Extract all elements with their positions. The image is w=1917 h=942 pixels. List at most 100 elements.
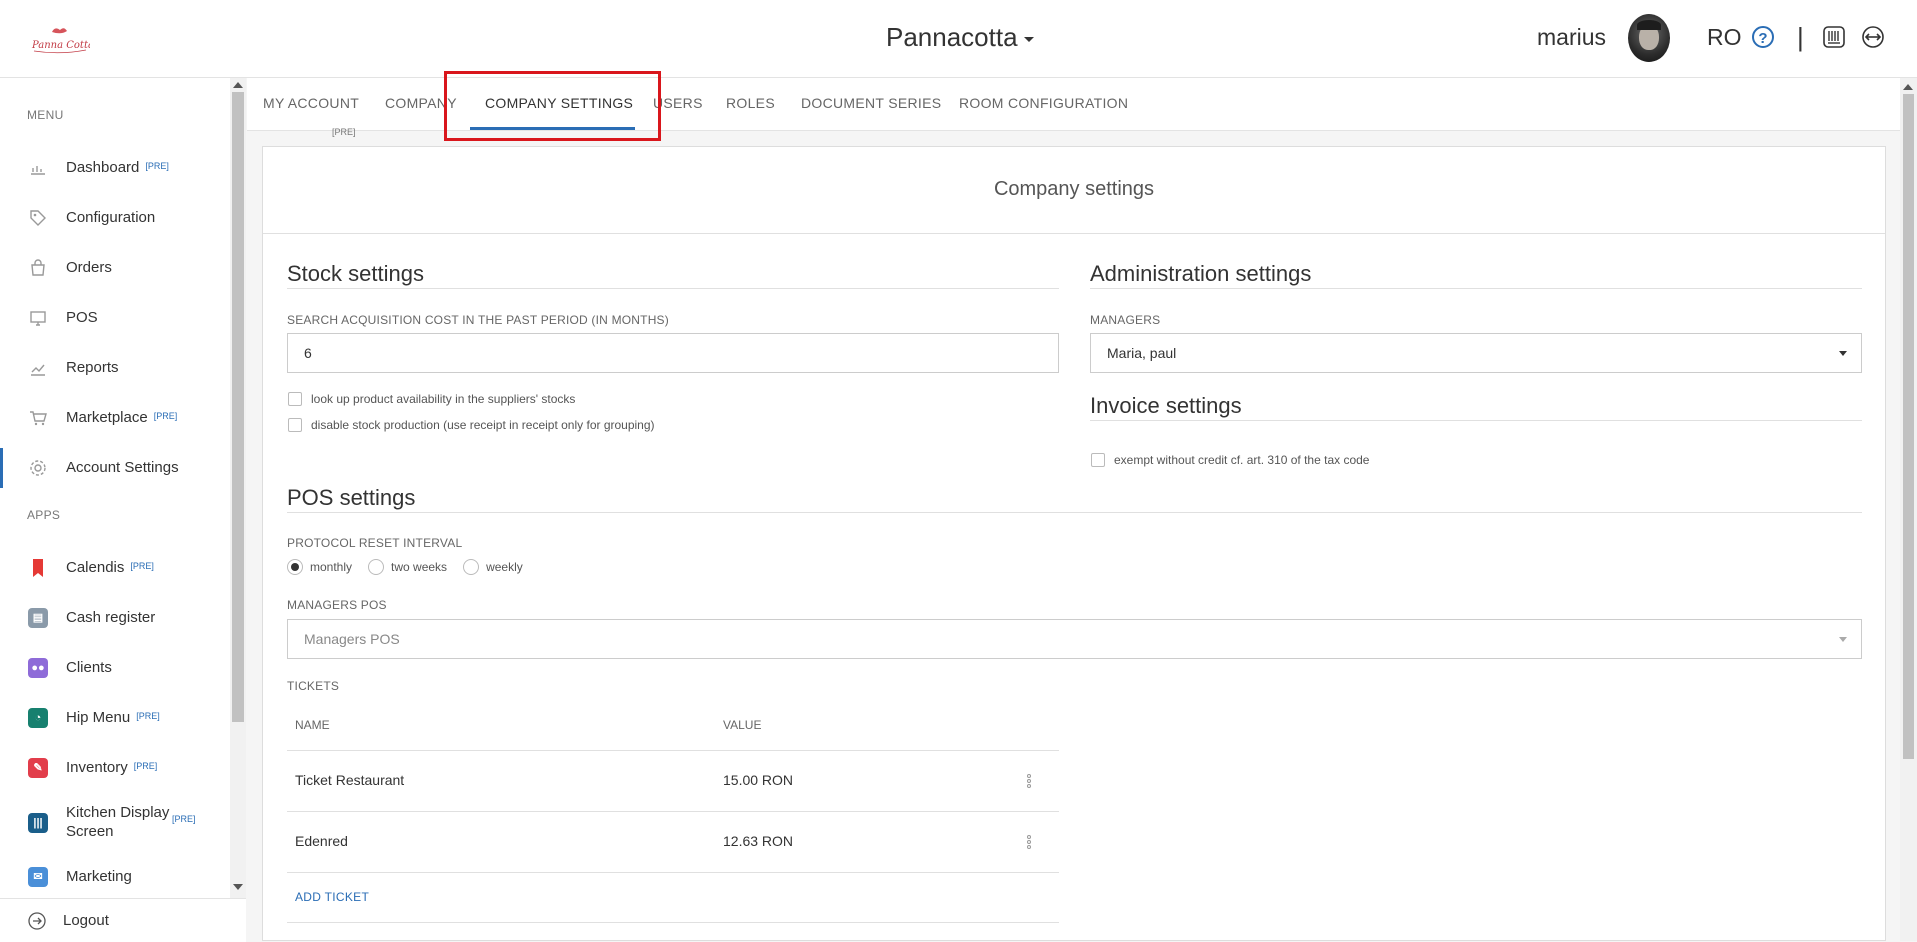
sidebar-item-marketing[interactable]: ✉ Marketing: [0, 857, 230, 897]
bookmark-icon: [33, 559, 43, 577]
logout-button[interactable]: Logout: [0, 898, 246, 942]
column-header-value: VALUE: [723, 718, 762, 732]
exempt-without-credit-checkbox[interactable]: exempt without credit cf. art. 310 of th…: [1091, 453, 1369, 467]
pre-badge: [PRE]: [133, 761, 158, 771]
protocol-reset-radio-group: monthly two weeks weekly: [287, 559, 539, 575]
chevron-down-icon: [1839, 351, 1847, 356]
sidebar-item-label: Marketing: [66, 868, 132, 885]
tab-room-configuration[interactable]: ROOM CONFIGURATION: [959, 95, 1128, 111]
tag-icon: [30, 210, 46, 226]
bag-icon: [31, 259, 45, 276]
radio-label: two weeks: [391, 560, 448, 574]
more-options-icon[interactable]: [1027, 835, 1031, 849]
settings-panel: [262, 146, 1886, 941]
invoice-settings-heading: Invoice settings: [1090, 393, 1242, 418]
checkbox[interactable]: [1091, 453, 1105, 467]
gear-icon: [30, 460, 46, 476]
sidebar-item-orders[interactable]: Orders: [0, 248, 230, 288]
pannacotta-logo[interactable]: Panna Cotta: [30, 24, 90, 56]
tab-my-account[interactable]: MY ACCOUNT: [263, 95, 359, 111]
pre-badge: [PRE]: [145, 161, 169, 171]
help-icon[interactable]: ?: [1752, 26, 1774, 48]
ticket-name: Edenred: [295, 833, 348, 849]
sidebar: MENU Dashboard [PRE] Configuration Orders…: [0, 78, 231, 941]
sidebar-item-label: Reports: [66, 359, 119, 376]
managers-select[interactable]: Maria, paul: [1090, 333, 1862, 373]
keyboard-icon[interactable]: [1822, 25, 1846, 49]
pre-badge: [PRE]: [153, 411, 178, 421]
logout-label: Logout: [63, 912, 109, 929]
sidebar-item-account-settings[interactable]: Account Settings: [0, 448, 233, 488]
page-scrollbar-thumb[interactable]: [1903, 94, 1914, 759]
sidebar-item-label: Marketplace: [66, 409, 148, 426]
managers-pos-placeholder: Managers POS: [304, 631, 400, 647]
sidebar-scrollbar-thumb[interactable]: [232, 92, 244, 722]
managers-value: Maria, paul: [1107, 345, 1177, 361]
pre-badge: [PRE]: [130, 561, 154, 571]
sidebar-item-marketplace[interactable]: Marketplace [PRE]: [0, 398, 230, 438]
sidebar-item-label: Calendis: [66, 559, 125, 576]
add-ticket-button[interactable]: ADD TICKET: [295, 890, 369, 904]
sidebar-item-inventory[interactable]: ✎ Inventory [PRE]: [0, 748, 230, 788]
user-name[interactable]: marius: [1537, 24, 1606, 51]
utensils-icon: |||: [28, 813, 48, 833]
scroll-down-icon[interactable]: [233, 884, 243, 890]
language-switch[interactable]: RO: [1707, 24, 1742, 51]
managers-pos-select[interactable]: Managers POS: [287, 619, 1862, 659]
managers-pos-label: MANAGERS POS: [287, 598, 387, 612]
sidebar-item-hip-menu[interactable]: ◔ Hip Menu [PRE]: [0, 698, 230, 738]
pos-settings-heading: POS settings: [287, 485, 416, 510]
scroll-up-icon[interactable]: [1903, 84, 1913, 90]
checkbox[interactable]: [288, 418, 302, 432]
divider: [287, 750, 1059, 751]
divider: [263, 233, 1885, 234]
report-icon: [31, 364, 45, 376]
monitor-icon: [30, 311, 46, 326]
sidebar-item-calendis[interactable]: Calendis [PRE]: [0, 548, 230, 588]
sidebar-item-label: POS: [66, 309, 98, 326]
acquisition-cost-input[interactable]: 6: [287, 333, 1059, 373]
sidebar-item-label: Inventory: [66, 759, 128, 776]
divider: [287, 811, 1059, 812]
acquisition-cost-label: SEARCH ACQUISITION COST IN THE PAST PERI…: [287, 313, 669, 327]
divider: [287, 872, 1059, 873]
avatar[interactable]: [1628, 14, 1670, 62]
more-options-icon[interactable]: [1027, 774, 1031, 788]
supplier-availability-checkbox[interactable]: look up product availability in the supp…: [288, 392, 575, 406]
svg-text:Panna Cotta: Panna Cotta: [31, 40, 90, 51]
checkbox-label: look up product availability in the supp…: [311, 392, 576, 406]
hip-menu-icon: ◔: [28, 708, 48, 728]
checkbox-label: exempt without credit cf. art. 310 of th…: [1114, 453, 1370, 467]
caret-down-icon: [1023, 37, 1034, 42]
sidebar-item-label: Cash register: [66, 609, 156, 626]
sidebar-item-label: Configuration: [66, 209, 156, 226]
checkbox[interactable]: [288, 392, 302, 406]
sidebar-item-configuration[interactable]: Configuration: [0, 198, 230, 238]
radio-monthly[interactable]: [287, 559, 303, 575]
sidebar-item-dashboard[interactable]: Dashboard [PRE]: [0, 148, 230, 188]
column-header-name: NAME: [295, 718, 330, 732]
disable-stock-production-checkbox[interactable]: disable stock production (use receipt in…: [288, 418, 655, 432]
sidebar-item-kitchen-display-screen[interactable]: ||| Kitchen Display Screen [PRE]: [0, 798, 230, 848]
clients-icon: ●●: [28, 658, 48, 678]
top-header: Panna Cotta Pannacotta marius RO ? |: [0, 0, 1917, 78]
tab-roles[interactable]: ROLES: [726, 95, 775, 111]
tab-document-series[interactable]: DOCUMENT SERIES: [801, 95, 941, 111]
sidebar-item-pos[interactable]: POS: [0, 298, 230, 338]
sidebar-item-clients[interactable]: ●● Clients: [0, 648, 230, 688]
cart-icon: [30, 411, 47, 426]
managers-label: MANAGERS: [1090, 313, 1161, 327]
company-switcher[interactable]: Pannacotta: [886, 22, 1034, 53]
sidebar-item-label: Orders: [66, 259, 112, 276]
scroll-up-icon[interactable]: [233, 82, 243, 88]
ticket-value: 15.00 RON: [723, 772, 794, 788]
radio-weekly[interactable]: [463, 559, 480, 575]
radio-two-weeks[interactable]: [368, 559, 385, 575]
header-separator: |: [1797, 22, 1804, 52]
page-title: Company settings: [993, 178, 1155, 200]
expand-icon[interactable]: [1861, 25, 1885, 49]
radio-label: weekly: [486, 560, 523, 574]
cash-register-icon: ▤: [28, 608, 48, 628]
sidebar-item-cash-register[interactable]: ▤ Cash register: [0, 598, 230, 638]
sidebar-item-reports[interactable]: Reports: [0, 348, 230, 388]
